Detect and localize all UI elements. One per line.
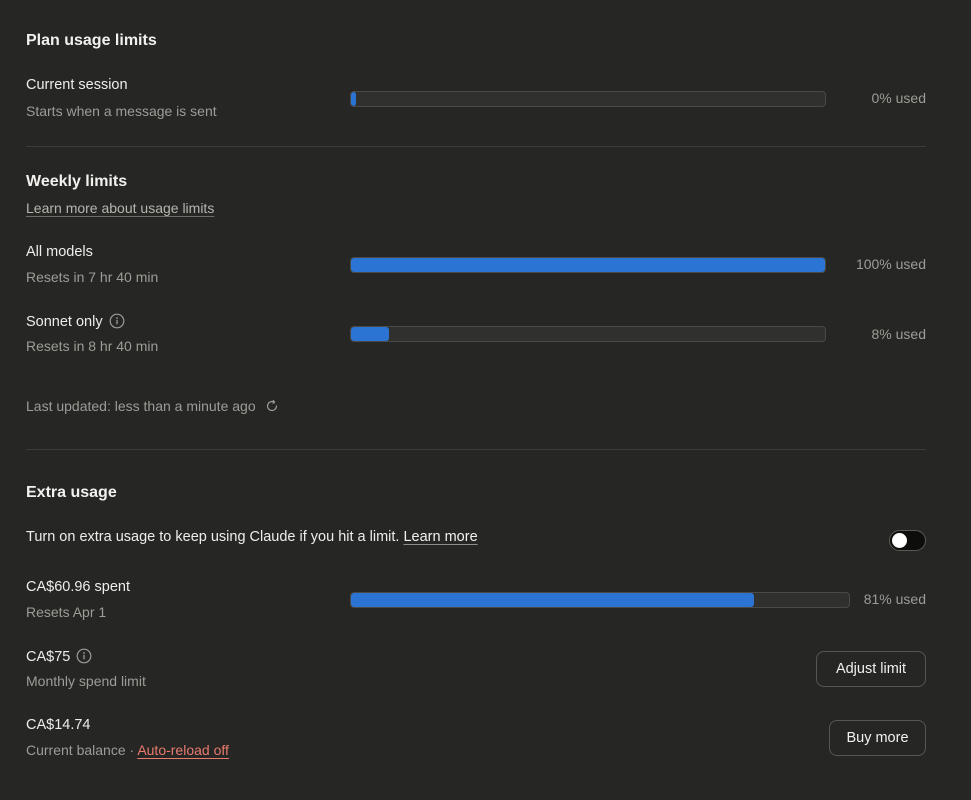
spend-limit-row-label: CA$75 [26,648,92,665]
current-session-bar [350,91,826,107]
info-icon[interactable] [109,313,125,329]
sonnet-only-sub: Resets in 8 hr 40 min [26,338,159,354]
section-divider [26,146,926,147]
learn-more-usage-limits-link[interactable]: Learn more about usage limits [26,200,214,216]
extra-spent-label: CA$60.96 spent [26,579,130,595]
last-updated-text: Last updated: less than a minute ago [26,398,256,414]
all-models-pct: 100% used [855,256,926,272]
usage-settings-panel: Plan usage limits Current session Starts… [0,0,971,800]
extra-spent-pct: 81% used [863,591,926,607]
sonnet-only-bar [350,326,826,342]
balance-separator: · [129,742,135,758]
refresh-icon[interactable] [265,399,279,413]
extra-spent-bar [350,592,850,608]
extra-usage-learn-more-link[interactable]: Learn more [403,529,477,545]
sonnet-only-pct: 8% used [871,326,926,342]
auto-reload-link[interactable]: Auto-reload off [137,742,229,758]
current-session-bar-fill [351,92,356,106]
current-session-sub: Starts when a message is sent [26,103,217,119]
current-session-label: Current session [26,77,128,93]
adjust-limit-button[interactable]: Adjust limit [816,651,926,687]
extra-spent-bar-fill [351,593,755,607]
weekly-limits-title: Weekly limits [26,173,128,190]
sonnet-only-row-label: Sonnet only [26,313,125,330]
spend-limit-sub: Monthly spend limit [26,673,146,689]
extra-spent-sub: Resets Apr 1 [26,604,107,620]
extra-usage-description: Turn on extra usage to keep using Claude… [26,529,478,545]
sonnet-only-label: Sonnet only [26,314,103,330]
info-icon[interactable] [76,648,92,664]
current-session-pct: 0% used [871,90,926,106]
extra-usage-title: Extra usage [26,484,117,501]
last-updated-row: Last updated: less than a minute ago [26,398,279,414]
all-models-label: All models [26,244,93,260]
balance-sub: Current balance [26,742,126,758]
all-models-bar-fill [351,258,825,272]
extra-usage-toggle[interactable] [889,530,926,551]
balance-sub-row: Current balance · Auto-reload off [26,742,229,758]
all-models-sub: Resets in 7 hr 40 min [26,269,159,285]
section-divider [26,449,926,450]
all-models-bar [350,257,826,273]
balance-amount: CA$14.74 [26,717,91,733]
extra-usage-desc-text: Turn on extra usage to keep using Claude… [26,529,400,545]
sonnet-only-bar-fill [351,327,389,341]
spend-limit-amount: CA$75 [26,649,71,665]
plan-usage-title: Plan usage limits [26,32,157,49]
buy-more-button[interactable]: Buy more [829,720,926,756]
toggle-knob [892,533,907,548]
